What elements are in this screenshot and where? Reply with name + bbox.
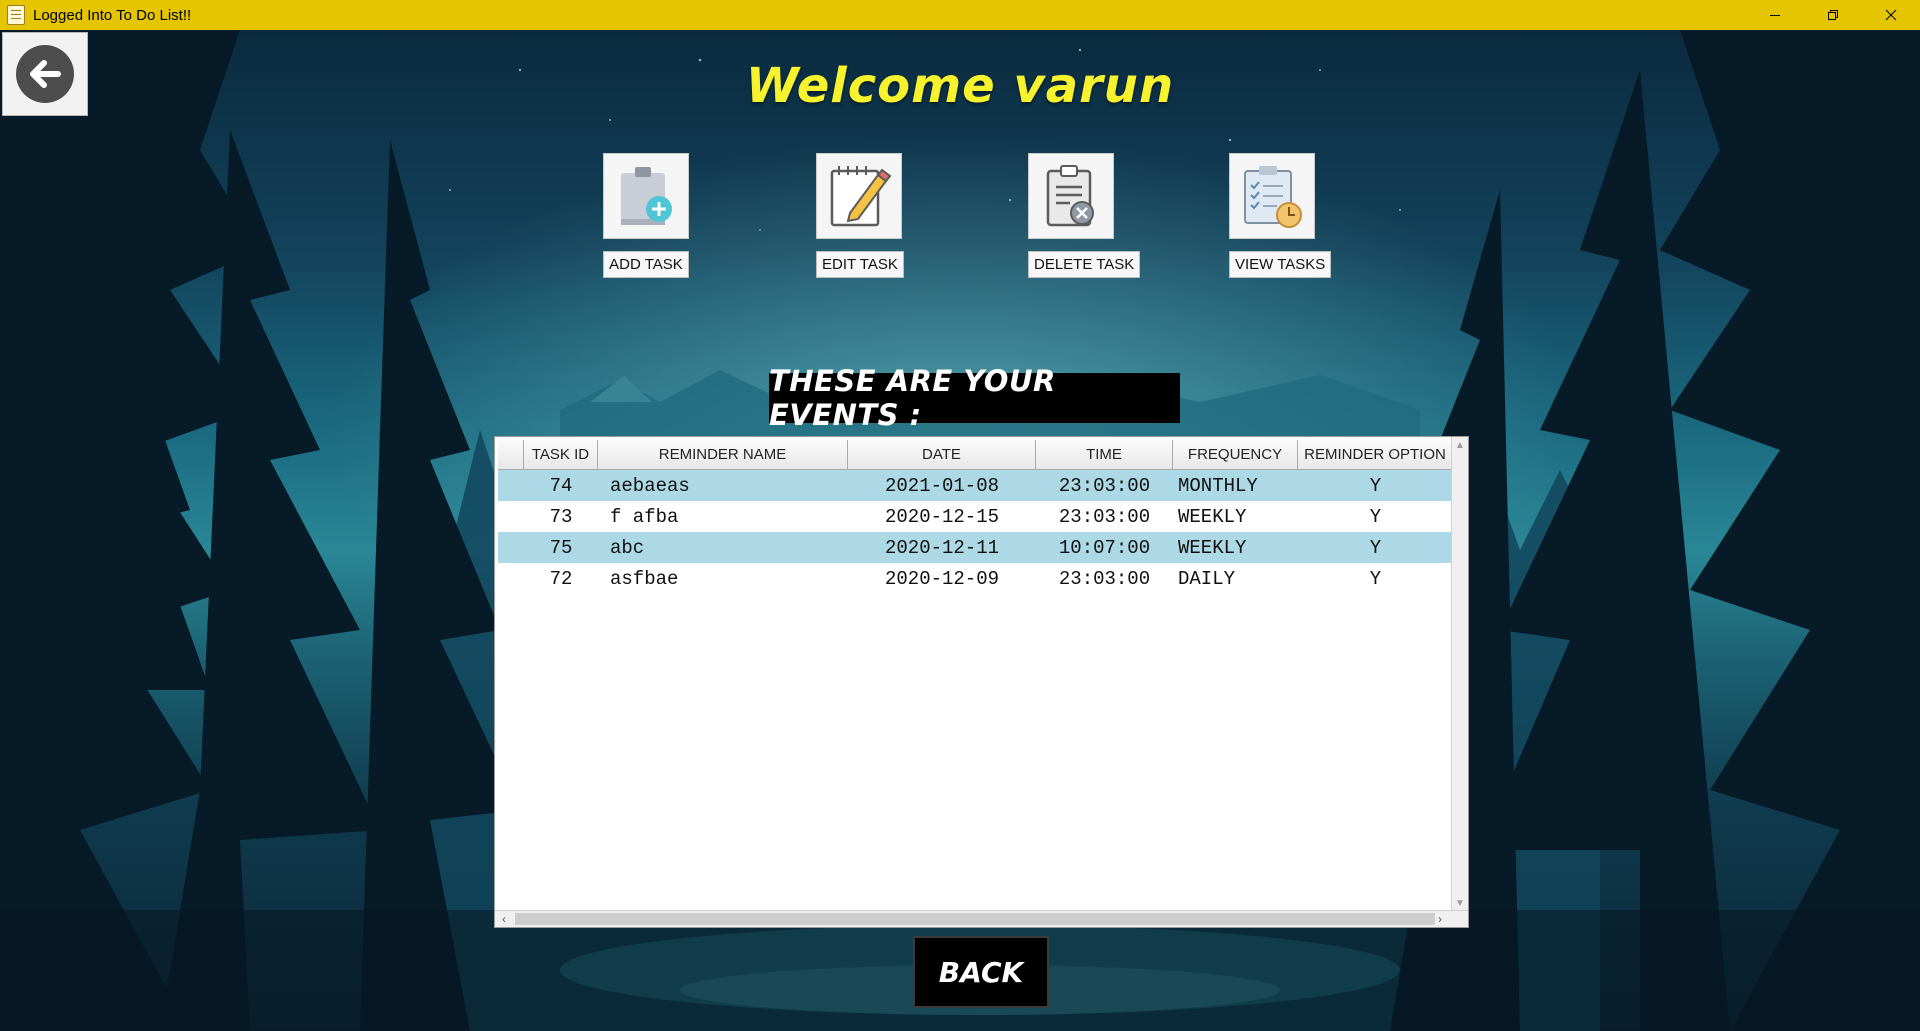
minimize-button[interactable] [1746, 0, 1804, 30]
view-tasks-action[interactable]: VIEW TASKS [1229, 153, 1332, 278]
back-button[interactable]: BACK [913, 936, 1049, 1008]
reminder-name-cell: abc [610, 536, 645, 559]
time-cell: 23:03:00 [1058, 567, 1151, 590]
title-bar: Logged Into To Do List!! [0, 0, 1920, 30]
task-id-cell: 73 [549, 505, 573, 528]
column-header-task-id[interactable]: TASK ID [524, 440, 598, 470]
row-header-corner [498, 440, 524, 470]
reminder-option-cell: Y [1369, 474, 1382, 497]
date-cell: 2021-01-08 [884, 474, 1000, 497]
scroll-right-icon[interactable]: › [1431, 911, 1449, 927]
table-header: TASK ID REMINDER NAME DATE TIME FREQUENC… [498, 440, 1453, 470]
column-header-frequency[interactable]: FREQUENCY [1173, 440, 1298, 470]
scroll-up-icon[interactable]: ▲ [1452, 437, 1468, 453]
delete-task-label[interactable]: DELETE TASK [1028, 251, 1141, 278]
table-row[interactable]: 74 aebaeas 2021-01-08 23:03:00 MONTHLY Y [498, 470, 1453, 501]
reminder-option-cell: Y [1369, 505, 1382, 528]
table-row[interactable]: 73 f afba 2020-12-15 23:03:00 WEEKLY Y [498, 501, 1453, 532]
reminder-option-cell: Y [1369, 567, 1382, 590]
frequency-cell: WEEKLY [1178, 505, 1247, 528]
column-header-time[interactable]: TIME [1036, 440, 1173, 470]
reminder-name-cell: asfbae [610, 567, 679, 590]
task-id-cell: 75 [549, 536, 573, 559]
events-table[interactable]: TASK ID REMINDER NAME DATE TIME FREQUENC… [494, 436, 1469, 928]
close-button[interactable] [1862, 0, 1920, 30]
table-row[interactable]: 75 abc 2020-12-11 10:07:00 WEEKLY Y [498, 532, 1453, 563]
table-row[interactable]: 72 asfbae 2020-12-09 23:03:00 DAILY Y [498, 563, 1453, 594]
date-cell: 2020-12-11 [884, 536, 1000, 559]
notepad-app-icon [7, 5, 25, 25]
time-cell: 10:07:00 [1058, 536, 1151, 559]
edit-task-button[interactable] [816, 153, 902, 239]
frequency-cell: MONTHLY [1178, 474, 1258, 497]
add-task-button[interactable] [603, 153, 689, 239]
minimize-icon [1770, 15, 1780, 16]
table-body: 74 aebaeas 2021-01-08 23:03:00 MONTHLY Y… [498, 470, 1453, 594]
restore-icon [1828, 10, 1838, 20]
window-title: Logged Into To Do List!! [33, 6, 192, 24]
vertical-scrollbar[interactable]: ▲ ▼ [1451, 437, 1468, 911]
frequency-cell: WEEKLY [1178, 536, 1247, 559]
welcome-heading: Welcome varun [745, 58, 1175, 114]
view-tasks-label[interactable]: VIEW TASKS [1229, 251, 1332, 278]
window-controls [1746, 0, 1920, 30]
delete-task-button[interactable] [1028, 153, 1114, 239]
time-cell: 23:03:00 [1058, 474, 1151, 497]
edit-task-action[interactable]: EDIT TASK [816, 153, 904, 278]
time-cell: 23:03:00 [1058, 505, 1151, 528]
scroll-down-icon[interactable]: ▼ [1452, 895, 1468, 911]
date-cell: 2020-12-15 [884, 505, 1000, 528]
close-icon [1885, 9, 1897, 21]
horizontal-scroll-thumb[interactable] [515, 913, 1435, 925]
add-task-action[interactable]: ADD TASK [603, 153, 689, 278]
column-header-date[interactable]: DATE [848, 440, 1036, 470]
task-id-cell: 74 [549, 474, 573, 497]
edit-task-label[interactable]: EDIT TASK [816, 251, 904, 278]
events-heading: THESE ARE YOUR EVENTS : [769, 364, 1180, 432]
restore-button[interactable] [1804, 0, 1862, 30]
scroll-left-icon[interactable]: ‹ [495, 911, 513, 927]
column-header-reminder-name[interactable]: REMINDER NAME [598, 440, 848, 470]
delete-task-action[interactable]: DELETE TASK [1028, 153, 1141, 278]
notepad-pencil-icon [830, 166, 892, 227]
clipboard-delete-icon [1046, 165, 1094, 227]
date-cell: 2020-12-09 [884, 567, 1000, 590]
task-id-cell: 72 [549, 567, 573, 590]
clipboard-add-icon [621, 167, 672, 225]
reminder-option-cell: Y [1369, 536, 1382, 559]
add-task-label[interactable]: ADD TASK [603, 251, 689, 278]
checklist-clock-icon [1244, 166, 1302, 228]
column-header-reminder-option[interactable]: REMINDER OPTION [1298, 440, 1453, 470]
reminder-name-cell: aebaeas [610, 474, 690, 497]
view-tasks-button[interactable] [1229, 153, 1315, 239]
horizontal-scrollbar[interactable]: ‹ › [495, 910, 1468, 927]
frequency-cell: DAILY [1178, 567, 1236, 590]
reminder-name-cell: f afba [610, 505, 679, 528]
